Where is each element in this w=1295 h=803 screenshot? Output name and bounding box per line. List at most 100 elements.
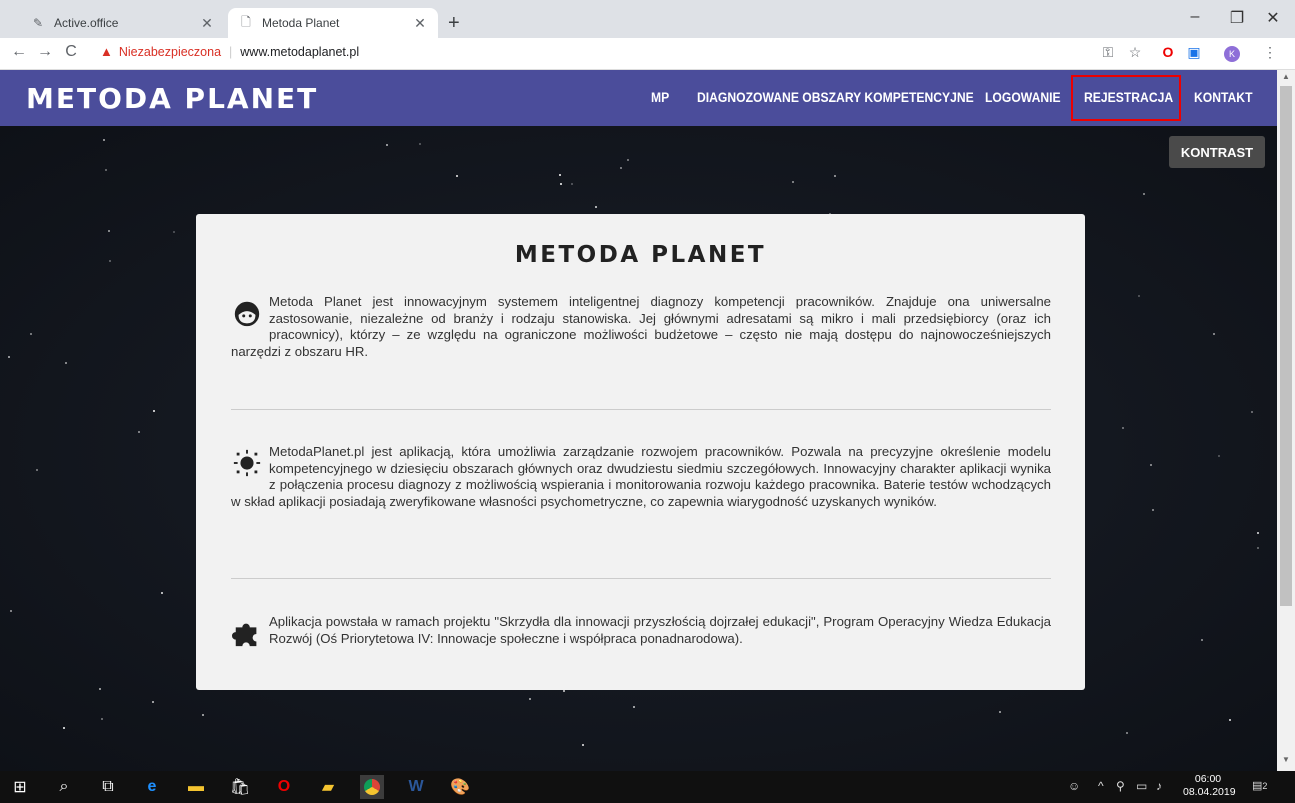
star — [559, 174, 561, 176]
paragraph: Metoda Planet jest innowacyjnym systemem… — [231, 294, 1051, 359]
word-icon[interactable]: W — [404, 775, 428, 799]
battery-icon[interactable]: ▭ — [1136, 779, 1147, 793]
star — [1218, 455, 1220, 457]
section-2: MetodaPlanet.pl jest aplikacją, która um… — [231, 444, 1051, 510]
star — [63, 727, 65, 729]
nav-kontakt[interactable]: KONTAKT — [1194, 90, 1253, 105]
paragraph: Aplikacja powstała w ramach projektu "Sk… — [269, 614, 1051, 646]
info-card: METODA PLANET Metoda Planet jest innowac… — [196, 214, 1085, 690]
back-icon[interactable]: ← — [8, 43, 30, 61]
paint-icon[interactable]: 🎨 — [448, 775, 472, 799]
close-icon[interactable]: ✕ — [199, 15, 215, 32]
avatar[interactable]: K — [1222, 44, 1242, 62]
chevron-up-icon[interactable]: ^ — [1098, 779, 1104, 793]
star — [65, 362, 67, 364]
tab-active-office[interactable]: ✎ Active.office ✕ — [20, 8, 225, 38]
site-logo[interactable]: METODA PLANET — [26, 82, 318, 115]
notifications-icon[interactable]: ▤2 — [1252, 779, 1267, 792]
nav-mp[interactable]: MP — [651, 90, 669, 105]
star — [10, 610, 12, 612]
star — [1257, 532, 1259, 534]
star — [36, 469, 38, 471]
section-1: Metoda Planet jest innowacyjnym systemem… — [231, 294, 1051, 360]
browser-tab-strip: ✎ Active.office ✕ 🗋 Metoda Planet ✕ + – … — [0, 0, 1295, 38]
network-icon[interactable]: ⚲ — [1116, 779, 1125, 793]
warning-icon: ▲ — [100, 44, 113, 59]
opera-taskbar-icon[interactable]: O — [272, 775, 296, 799]
time: 06:00 — [1194, 773, 1222, 785]
page-scrollbar[interactable]: ▲ ▼ — [1277, 70, 1295, 771]
forward-icon[interactable]: → — [34, 43, 56, 61]
scroll-thumb[interactable] — [1280, 86, 1292, 606]
sun-icon — [233, 449, 261, 477]
task-view-icon[interactable]: ⧉ — [96, 775, 120, 799]
star — [560, 183, 562, 185]
star — [1229, 719, 1231, 721]
extension-icon[interactable]: ▣ — [1184, 44, 1204, 61]
star — [563, 690, 565, 692]
key-icon[interactable]: ⚿ — [1098, 44, 1118, 61]
clock[interactable]: 06:00 08.04.2019 — [1183, 773, 1236, 799]
star — [1257, 547, 1259, 549]
highlight-box — [1071, 75, 1181, 121]
store-icon[interactable]: 🛍 — [228, 775, 252, 799]
star — [109, 260, 111, 262]
divider — [231, 578, 1051, 579]
star — [1138, 295, 1140, 297]
star — [8, 356, 10, 358]
star — [153, 410, 155, 412]
contrast-button[interactable]: KONTRAST — [1169, 136, 1265, 168]
address-bar[interactable]: ▲ Niezabezpieczona | www.metodaplanet.pl — [100, 44, 359, 59]
minimize-button[interactable]: – — [1180, 8, 1210, 26]
close-icon[interactable]: ✕ — [412, 15, 428, 32]
space-background: KONTRAST METODA PLANET Metoda Planet jes… — [0, 126, 1277, 771]
star — [419, 143, 421, 145]
star — [161, 592, 163, 594]
paragraph: MetodaPlanet.pl jest aplikacją, która um… — [231, 444, 1051, 509]
search-icon[interactable]: ⌕ — [52, 775, 76, 799]
nav-diagnozowane[interactable]: DIAGNOZOWANE OBSZARY KOMPETENCYJNE — [697, 90, 974, 105]
card-title: METODA PLANET — [514, 242, 767, 268]
star — [834, 175, 836, 177]
menu-icon[interactable]: ⋮ — [1260, 44, 1280, 61]
windows-start-icon[interactable]: ⊞ — [8, 775, 32, 799]
star — [1143, 193, 1145, 195]
star — [101, 718, 103, 720]
file-explorer-icon[interactable]: ▬ — [184, 775, 208, 799]
tab-title: Metoda Planet — [262, 16, 340, 30]
new-tab-button[interactable]: + — [448, 12, 460, 35]
star — [595, 206, 597, 208]
star-icon[interactable]: ☆ — [1125, 44, 1145, 61]
star — [103, 139, 105, 141]
nav-logowanie[interactable]: LOGOWANIE — [985, 90, 1061, 105]
url-text: www.metodaplanet.pl — [240, 44, 360, 59]
volume-icon[interactable]: ♪ — [1156, 779, 1162, 793]
tab-title: Active.office — [54, 16, 119, 30]
restore-button[interactable]: ❐ — [1222, 8, 1252, 28]
scroll-up-icon[interactable]: ▲ — [1277, 72, 1295, 86]
star — [620, 167, 622, 169]
page-icon: 🗋 — [241, 14, 251, 29]
puzzle-icon — [232, 623, 257, 647]
star — [1122, 427, 1124, 429]
star — [202, 714, 204, 716]
star — [792, 181, 794, 183]
star — [386, 144, 388, 146]
close-window-button[interactable]: ✕ — [1258, 8, 1288, 28]
star — [1201, 639, 1203, 641]
chrome-icon[interactable] — [360, 775, 384, 799]
sticky-notes-icon[interactable]: ▰ — [316, 775, 340, 799]
star — [571, 183, 573, 185]
edge-icon[interactable]: e — [140, 775, 164, 799]
browser-toolbar: ← → C ▲ Niezabezpieczona | www.metodapla… — [0, 38, 1295, 70]
star — [1213, 333, 1215, 335]
star — [30, 333, 32, 335]
people-icon[interactable]: ☺ — [1068, 779, 1080, 793]
tab-metoda-planet[interactable]: 🗋 Metoda Planet ✕ — [228, 8, 438, 38]
star — [582, 744, 584, 746]
face-icon — [234, 301, 260, 327]
reload-icon[interactable]: C — [60, 43, 82, 61]
scroll-down-icon[interactable]: ▼ — [1277, 755, 1295, 769]
opera-icon[interactable]: O — [1158, 44, 1178, 60]
star — [529, 698, 531, 700]
